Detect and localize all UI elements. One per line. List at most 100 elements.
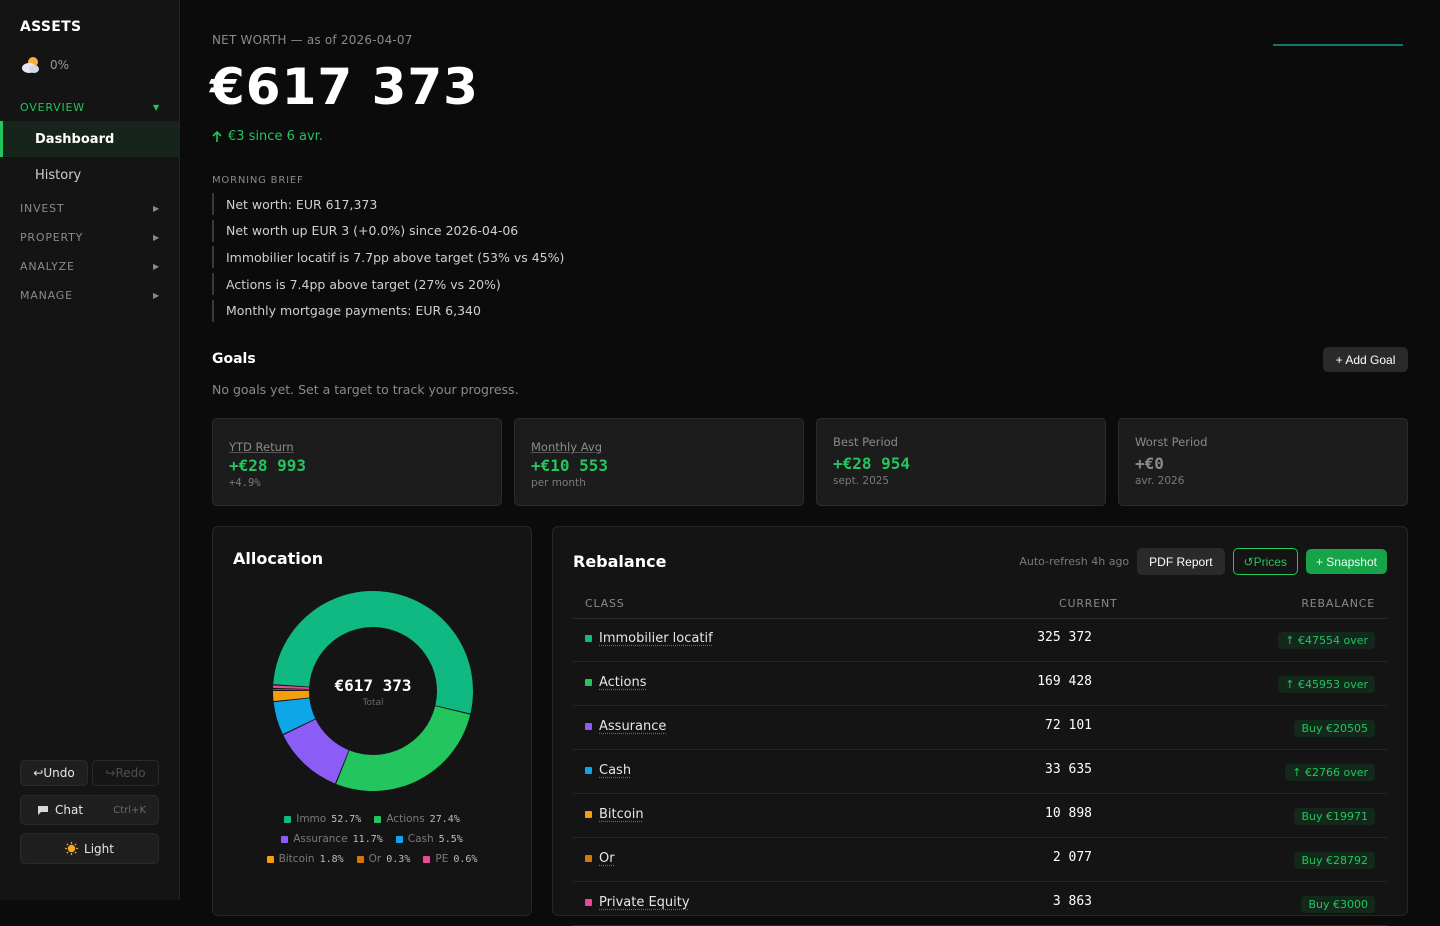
nav-section-overview[interactable]: OVERVIEW ▼ — [20, 101, 160, 114]
allocation-legend-row: Bitcoin 1.8% Or 0.3% PE 0.6% — [213, 853, 531, 865]
legend-swatch — [284, 815, 292, 823]
refresh-prices-button[interactable]: ↺Prices — [1232, 548, 1298, 575]
asset-class-name[interactable]: Actions — [599, 675, 647, 690]
goals-empty-text: No goals yet. Set a target to track your… — [212, 382, 519, 397]
net-worth-change: €3 since 6 avr. — [212, 129, 323, 144]
allocation-title: Allocation — [233, 549, 324, 568]
theme-label: Light — [84, 841, 114, 856]
table-row[interactable]: Actions 169 428 ↑ €45953 over — [573, 662, 1387, 706]
stat-value: +€0 — [1135, 454, 1164, 473]
legend-pct: 0.3% — [386, 853, 411, 865]
legend-item: Actions 27.4% — [374, 813, 460, 825]
chevron-down-icon: ▼ — [153, 103, 160, 112]
current-value: 3 863 — [1052, 894, 1092, 909]
sidebar-item-dashboard[interactable]: Dashboard — [0, 121, 179, 157]
rebalance-panel: Rebalance Auto-refresh 4h ago PDF Report… — [552, 526, 1408, 926]
asset-class-name[interactable]: Cash — [599, 763, 631, 778]
chevron-right-icon: ▶ — [153, 262, 160, 271]
net-worth-value: €617 373 — [210, 58, 479, 116]
add-goal-button[interactable]: + Add Goal — [1323, 347, 1408, 372]
stat-label: YTD Return — [229, 440, 294, 454]
header-accent-line — [1273, 44, 1403, 46]
donut-slice-actions[interactable] — [336, 706, 471, 791]
stat-sub: +4.9% — [229, 477, 261, 489]
table-row[interactable]: Bitcoin 10 898 Buy €19971 — [573, 794, 1387, 838]
class-color-dot — [585, 767, 592, 774]
current-value: 325 372 — [1037, 630, 1092, 645]
nav-section-manage[interactable]: MANAGE ▶ — [20, 289, 160, 302]
stat-value: +€28 993 — [229, 456, 307, 475]
theme-toggle-button[interactable]: Light — [20, 833, 159, 864]
rebalance-badge: ↑ €47554 over — [1278, 632, 1375, 649]
table-row[interactable]: Immobilier locatif 325 372 ↑ €47554 over — [573, 618, 1387, 662]
weather-widget: 0% — [20, 55, 69, 75]
nav-section-analyze[interactable]: ANALYZE ▶ — [20, 260, 160, 273]
stat-sub: sept. 2025 — [833, 475, 890, 487]
column-header-current: CURRENT — [1059, 597, 1118, 610]
donut-center-label: Total — [361, 698, 383, 708]
allocation-legend-row: Assurance 11.7% Cash 5.5% — [213, 833, 531, 845]
asset-class-name[interactable]: Assurance — [599, 719, 666, 734]
table-row[interactable]: Cash 33 635 ↑ €2766 over — [573, 750, 1387, 794]
legend-item: Bitcoin 1.8% — [266, 853, 344, 865]
legend-name: Actions — [386, 813, 425, 825]
class-color-dot — [585, 811, 592, 818]
table-row[interactable]: Private Equity 3 863 Buy €3000 — [573, 882, 1387, 926]
table-row[interactable]: Or 2 077 Buy €28792 — [573, 838, 1387, 882]
asset-class-name[interactable]: Immobilier locatif — [599, 631, 713, 646]
chevron-right-icon: ▶ — [153, 291, 160, 300]
redo-button[interactable]: ↪Redo — [92, 760, 159, 786]
chevron-right-icon: ▶ — [153, 204, 160, 213]
asset-class: Assurance — [585, 719, 666, 734]
legend-name: PE — [435, 853, 449, 865]
asset-class: Cash — [585, 763, 631, 778]
current-value: 169 428 — [1037, 674, 1092, 689]
column-header-class: CLASS — [585, 597, 625, 610]
rebalance-badge: Buy €3000 — [1301, 896, 1375, 913]
current-value: 10 898 — [1045, 806, 1092, 821]
allocation-legend-row: Immo 52.7% Actions 27.4% — [213, 813, 531, 825]
chat-button-content: Chat — [37, 803, 83, 817]
stat-label: Best Period — [833, 435, 898, 449]
brief-item: Net worth up EUR 3 (+0.0%) since 2026-04… — [212, 219, 564, 242]
donut-slice-or[interactable] — [273, 689, 310, 691]
asset-class: Actions — [585, 675, 647, 690]
chat-bubble-icon — [38, 805, 48, 815]
sidebar-item-label: Dashboard — [35, 131, 115, 147]
weather-icon — [22, 57, 39, 73]
asset-class: Immobilier locatif — [585, 631, 713, 646]
stat-sub: avr. 2026 — [1135, 475, 1185, 487]
asset-class-name[interactable]: Or — [599, 851, 615, 866]
rebalance-badge: ↑ €2766 over — [1285, 764, 1375, 781]
main-content: NET WORTH — as of 2026-04-07 €617 373 €3… — [180, 0, 1440, 926]
sidebar: ASSETS 0% OVERVIEW ▼ Dashboard History I… — [0, 0, 180, 900]
pdf-report-button[interactable]: PDF Report — [1137, 548, 1225, 575]
chat-shortcut: Ctrl+K — [113, 804, 146, 816]
legend-swatch — [395, 835, 403, 843]
chat-button[interactable]: Chat Ctrl+K — [20, 795, 159, 825]
snapshot-button[interactable]: + Snapshot — [1305, 549, 1387, 574]
brief-item: Monthly mortgage payments: EUR 6,340 — [212, 299, 564, 322]
stat-value: +€10 553 — [531, 456, 609, 475]
current-value: 33 635 — [1045, 762, 1092, 777]
undo-button[interactable]: ↩Undo — [20, 760, 88, 786]
table-row[interactable]: Assurance 72 101 Buy €20505 — [573, 706, 1387, 750]
asset-class: Bitcoin — [585, 807, 644, 822]
asset-class-name[interactable]: Private Equity — [599, 895, 690, 910]
nav-section-invest[interactable]: INVEST ▶ — [20, 202, 160, 215]
legend-pct: 5.5% — [438, 833, 463, 845]
asset-class-name[interactable]: Bitcoin — [599, 807, 644, 822]
class-color-dot — [585, 679, 592, 686]
undo-label: ↩Undo — [33, 766, 75, 780]
legend-pct: 27.4% — [429, 813, 460, 825]
nav-section-property[interactable]: PROPERTY ▶ — [20, 231, 160, 244]
chat-label: Chat — [55, 803, 84, 817]
redo-label: ↪Redo — [105, 766, 146, 780]
morning-brief-list: Net worth: EUR 617,373 Net worth up EUR … — [212, 193, 564, 326]
rebalance-table-header: CLASS CURRENT REBALANCE — [573, 595, 1387, 619]
sidebar-item-history[interactable]: History — [0, 157, 179, 193]
current-value: 2 077 — [1052, 850, 1092, 865]
stat-card-monthly-avg: Monthly Avg +€10 553 per month — [514, 418, 804, 506]
nav-section-analyze-label: ANALYZE — [20, 260, 75, 273]
legend-pct: 11.7% — [352, 833, 383, 845]
